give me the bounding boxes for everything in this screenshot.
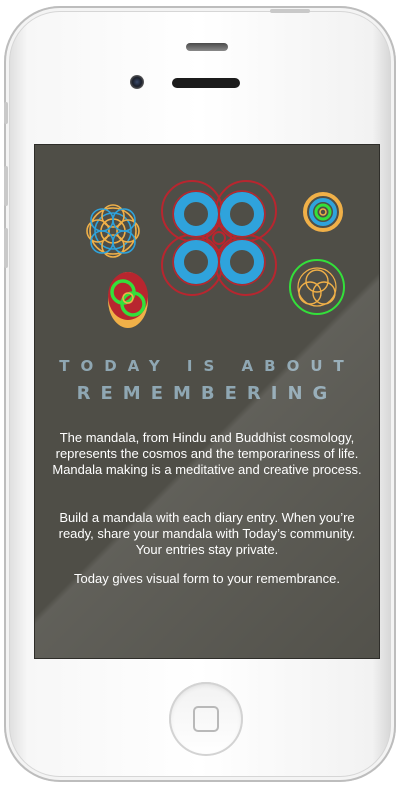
remembrance-paragraph: Today gives visual form to your remembra… <box>74 571 340 586</box>
quad-ring-mandala-icon <box>161 180 277 296</box>
volume-up-button <box>4 166 8 206</box>
front-camera-icon <box>130 75 144 89</box>
share-paragraph: Build a mandala with each diary entry. W… <box>58 510 356 557</box>
top-speaker <box>186 43 228 51</box>
heading-line-1: TODAY IS ABOUT <box>59 357 355 375</box>
chain-mandala-icon <box>108 272 148 328</box>
home-button[interactable] <box>169 682 243 756</box>
earpiece <box>172 78 240 88</box>
mandala-artwork <box>86 180 345 328</box>
flower-mandala-icon <box>86 204 140 258</box>
app-screen: TODAY IS ABOUT REMEMBERING The mandala, … <box>34 144 380 659</box>
power-button <box>270 9 310 13</box>
triple-circle-mandala-icon <box>289 259 345 315</box>
phone-frame: TODAY IS ABOUT REMEMBERING The mandala, … <box>4 6 396 782</box>
volume-down-button <box>4 228 8 268</box>
intro-paragraph: The mandala, from Hindu and Buddhist cos… <box>52 430 362 477</box>
mute-switch <box>4 102 8 124</box>
target-mandala-icon <box>303 192 343 232</box>
heading-line-2: REMEMBERING <box>76 383 338 404</box>
home-square-icon <box>193 706 219 732</box>
